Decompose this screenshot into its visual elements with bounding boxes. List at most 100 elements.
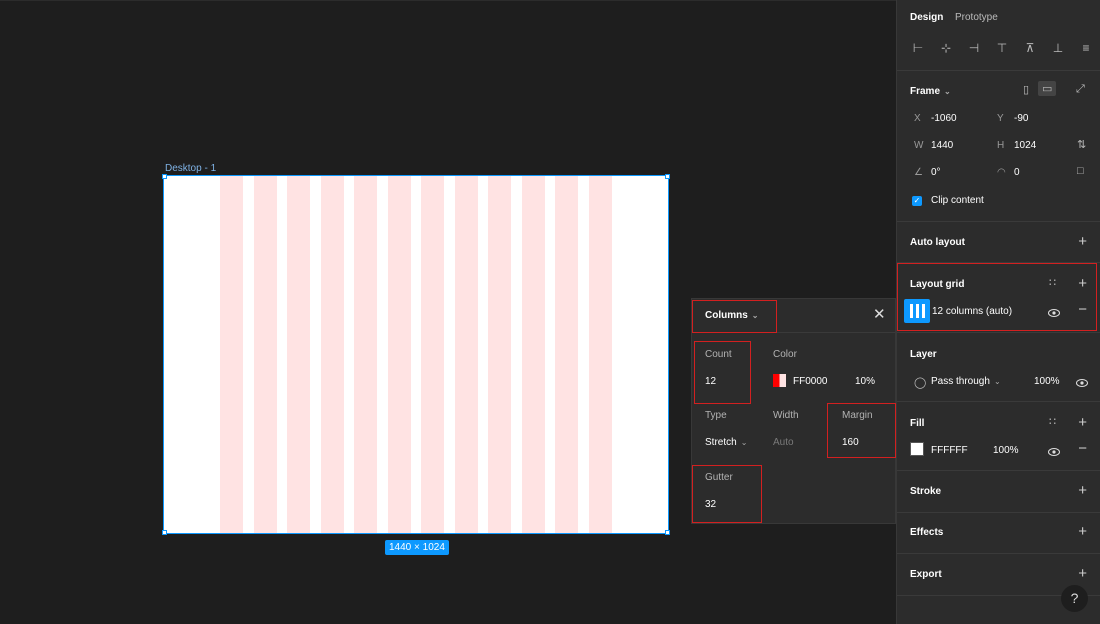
fill-hex-input[interactable]: FFFFFF — [931, 445, 968, 456]
rotation-icon: ∠ — [914, 167, 923, 178]
panel-header: Design Prototype ⊢ ⊹ ⊣ ⊤ ⊼ ⊥ ≡ — [897, 0, 1100, 71]
align-right-icon[interactable]: ⊣ — [966, 41, 982, 55]
remove-layout-grid-icon[interactable]: − — [1078, 302, 1087, 317]
gutter-input[interactable]: 32 — [705, 499, 716, 510]
x-label: X — [914, 113, 921, 124]
grid-styles-icon[interactable]: ∷ — [1049, 276, 1056, 289]
grid-icon-bar — [922, 304, 925, 318]
grid-type-dropdown[interactable]: Columns ⌄ — [705, 310, 758, 321]
chevron-down-icon: ⌄ — [740, 438, 748, 447]
color-opacity-input[interactable]: 10% — [855, 376, 875, 387]
effects-section: Effects + — [897, 513, 1100, 554]
fill-color-swatch[interactable] — [910, 442, 924, 456]
grid-column — [287, 176, 310, 533]
stroke-title: Stroke — [910, 486, 942, 497]
resize-handle-bottom-left[interactable] — [162, 530, 167, 535]
desktop-frame[interactable] — [163, 175, 669, 534]
margin-label: Margin — [842, 410, 873, 421]
column-grid-icon[interactable] — [904, 299, 930, 323]
width-label: Width — [773, 410, 799, 421]
add-stroke-icon[interactable]: + — [1078, 483, 1087, 498]
layout-grid-title: Layout grid — [910, 279, 965, 290]
corner-radius-input[interactable]: 0 — [1014, 167, 1020, 178]
rotation-input[interactable]: 0° — [931, 167, 941, 178]
popup-header: Columns ⌄ ✕ — [692, 299, 895, 333]
independent-corners-icon[interactable]: □ — [1077, 165, 1084, 177]
add-export-icon[interactable]: + — [1078, 566, 1087, 581]
count-input[interactable]: 12 — [705, 376, 716, 387]
tab-design[interactable]: Design — [910, 12, 943, 23]
frame-title: Frame — [910, 86, 941, 97]
frame-label[interactable]: Desktop - 1 — [165, 163, 216, 174]
alignment-toolbar: ⊢ ⊹ ⊣ ⊤ ⊼ ⊥ ≡ — [910, 41, 1094, 55]
grid-column — [488, 176, 511, 533]
grid-column — [254, 176, 277, 533]
type-dropdown[interactable]: Stretch ⌄ — [705, 437, 747, 448]
grid-column — [555, 176, 578, 533]
grid-column — [354, 176, 377, 533]
grid-column — [421, 176, 444, 533]
grid-icon-bar — [916, 304, 919, 318]
type-label: Type — [705, 410, 727, 421]
x-input[interactable]: -1060 — [931, 113, 957, 124]
help-button[interactable]: ? — [1061, 585, 1088, 612]
clip-content-label: Clip content — [931, 195, 984, 206]
add-effect-icon[interactable]: + — [1078, 524, 1087, 539]
grid-column — [522, 176, 545, 533]
color-swatch[interactable] — [773, 374, 786, 387]
h-input[interactable]: 1024 — [1014, 140, 1036, 151]
grid-column — [455, 176, 478, 533]
constrain-proportions-icon[interactable]: ⇅ — [1077, 138, 1086, 151]
width-input[interactable]: Auto — [773, 437, 794, 448]
frame-dropdown[interactable]: Frame ⌄ — [910, 86, 951, 97]
grid-column — [589, 176, 612, 533]
fill-opacity-input[interactable]: 100% — [993, 445, 1019, 456]
resize-handle-bottom-right[interactable] — [665, 530, 670, 535]
grid-column — [321, 176, 344, 533]
eye-icon[interactable] — [1048, 308, 1060, 317]
close-icon[interactable]: ✕ — [873, 307, 886, 322]
layer-opacity-input[interactable]: 100% — [1034, 376, 1060, 387]
eye-icon[interactable] — [1076, 378, 1088, 387]
fill-title: Fill — [910, 418, 925, 429]
layer-title: Layer — [910, 349, 937, 360]
align-left-icon[interactable]: ⊢ — [910, 41, 926, 55]
add-auto-layout-icon[interactable]: + — [1078, 234, 1087, 249]
frame-section: Frame ⌄ ▯ ▭ ⤢ X -1060 Y -90 W 1440 H 1024… — [897, 71, 1100, 222]
grid-column — [388, 176, 411, 533]
tab-prototype[interactable]: Prototype — [955, 12, 998, 23]
portrait-icon[interactable]: ▯ — [1023, 83, 1029, 96]
fill-styles-icon[interactable]: ∷ — [1049, 415, 1056, 428]
clip-content-checkbox[interactable]: ✓ — [912, 196, 922, 206]
chevron-down-icon: ⌄ — [944, 87, 951, 96]
align-top-icon[interactable]: ⊤ — [994, 41, 1010, 55]
distribute-icon[interactable]: ≡ — [1078, 41, 1094, 55]
align-horizontal-center-icon[interactable]: ⊹ — [938, 41, 954, 55]
add-layout-grid-icon[interactable]: + — [1078, 276, 1087, 291]
chevron-down-icon: ⌄ — [993, 377, 1001, 386]
resize-handle-top-left[interactable] — [162, 174, 167, 179]
eye-icon[interactable] — [1048, 447, 1060, 456]
color-hex-input[interactable]: FF0000 — [793, 376, 827, 387]
margin-input[interactable]: 160 — [842, 437, 859, 448]
blend-mode-icon: ◯ — [914, 377, 927, 389]
gutter-label: Gutter — [705, 472, 733, 483]
grid-type-label: Columns — [705, 310, 748, 321]
effects-title: Effects — [910, 527, 944, 538]
w-input[interactable]: 1440 — [931, 140, 953, 151]
align-bottom-icon[interactable]: ⊥ — [1050, 41, 1066, 55]
landscape-icon[interactable]: ▭ — [1038, 81, 1057, 96]
align-vertical-center-icon[interactable]: ⊼ — [1022, 41, 1038, 55]
remove-fill-icon[interactable]: − — [1078, 441, 1087, 456]
y-input[interactable]: -90 — [1014, 113, 1028, 124]
grid-settings-popup: Columns ⌄ ✕ Count 12 Color FF0000 10% Typ… — [691, 298, 896, 524]
export-title: Export — [910, 569, 942, 580]
add-fill-icon[interactable]: + — [1078, 415, 1087, 430]
y-label: Y — [997, 113, 1004, 124]
blend-mode-dropdown[interactable]: Pass through ⌄ — [931, 376, 1001, 387]
resize-to-fit-icon[interactable]: ⤢ — [1076, 83, 1085, 96]
resize-handle-top-right[interactable] — [665, 174, 670, 179]
color-label: Color — [773, 349, 797, 360]
layout-grid-item-label[interactable]: 12 columns (auto) — [932, 306, 1012, 317]
layer-section: Layer ◯ Pass through ⌄ 100% — [897, 333, 1100, 402]
